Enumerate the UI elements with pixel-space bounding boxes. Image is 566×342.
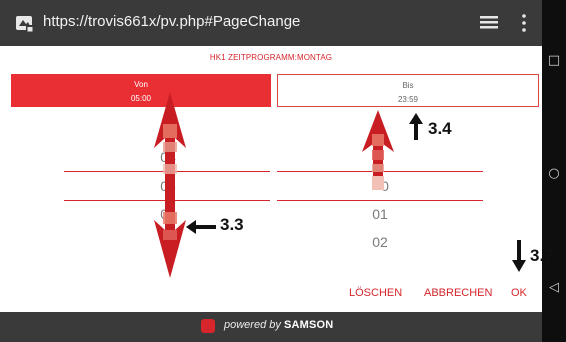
tab-bis-value: 23:59 (397, 95, 419, 104)
right-picker-item[interactable]: 01 (360, 206, 400, 222)
powered-by-text: powered by (224, 319, 284, 331)
right-picker-item-selected[interactable]: 0 (365, 178, 405, 194)
callout-3-7: 3.7 (530, 246, 554, 265)
page-title: HK1 ZEITPROGRAMM:MONTAG (209, 53, 333, 62)
android-nav-bar: □ ○ ◁ (542, 0, 566, 342)
right-swipe-trail (372, 176, 384, 190)
down-arrow-icon (512, 240, 526, 272)
hamburger-menu-icon[interactable] (480, 16, 500, 32)
footer-powered-by: powered by SAMSON (224, 319, 333, 331)
tab-von-value: 05:00 (130, 94, 152, 103)
home-circle-icon[interactable]: ○ (542, 166, 566, 181)
callout-3-3: 3.3 (220, 215, 244, 234)
delete-button[interactable]: LÖSCHEN (349, 287, 402, 299)
tab-von-label: Von (134, 80, 148, 89)
samson-logo-icon (201, 319, 215, 333)
page-info-icon[interactable] (15, 14, 35, 34)
vertical-dots-icon[interactable] (521, 13, 527, 35)
tab-von[interactable]: Von 05:00 (11, 74, 271, 107)
cancel-button[interactable]: ABBRECHEN (424, 287, 492, 299)
callout-3-4: 3.4 (428, 119, 452, 138)
back-triangle-icon[interactable]: ◁ (542, 280, 566, 295)
ok-button[interactable]: OK (511, 287, 527, 299)
up-arrow-icon (409, 113, 423, 140)
url-text[interactable]: https://trovis661x/pv.php#PageChange (43, 13, 300, 30)
tab-bis[interactable]: Bis 23:59 (277, 74, 539, 107)
right-swipe-up-gesture-arrow (362, 110, 394, 176)
tab-bis-label: Bis (402, 81, 414, 90)
recents-square-icon[interactable]: □ (542, 53, 566, 68)
left-swipe-gesture-arrow (154, 92, 186, 278)
right-picker-bottom-line (277, 200, 483, 201)
left-arrow-icon (186, 220, 216, 234)
right-picker-item[interactable]: 02 (360, 234, 400, 250)
brand-name: SAMSON (283, 319, 334, 331)
